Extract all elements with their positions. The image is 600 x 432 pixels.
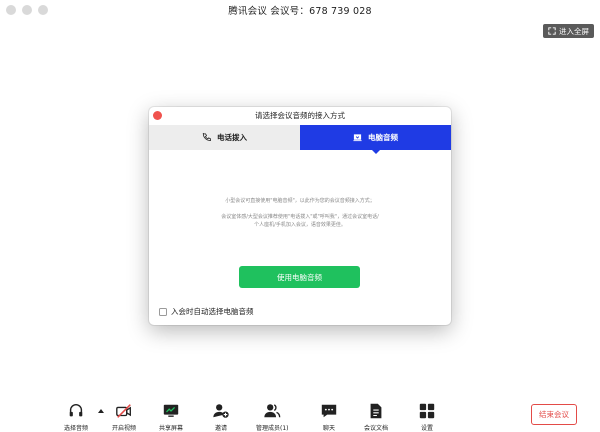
chat-icon — [321, 404, 337, 418]
audio-tabs: 电话拨入 电脑音频 — [149, 125, 451, 154]
toolbar-chat[interactable]: 聊天 — [320, 402, 338, 432]
description-line-2: 会议室体感/大型会议推荐使用"电话拨入"或"呼叫我"，通过会议室电话/个人座机/… — [221, 214, 379, 228]
dialog-title: 请选择会议音频的接入方式 — [255, 111, 345, 120]
tab-phone-label: 电话拨入 — [217, 133, 247, 142]
toolbar-manage-members[interactable]: 管理成员(1) — [256, 402, 289, 432]
toolbar-settings-label: 设置 — [420, 425, 433, 432]
settings-icon — [419, 403, 435, 419]
toolbar-meeting-docs[interactable]: 会议文档 — [364, 402, 388, 432]
members-icon — [264, 404, 281, 418]
auto-select-checkbox[interactable] — [159, 307, 167, 316]
dialog-header: 请选择会议音频的接入方式 — [149, 107, 451, 125]
tab-phone-dial-in[interactable]: 电话拨入 — [149, 125, 300, 150]
dialog-close-button[interactable] — [153, 111, 162, 120]
toolbar-manage-members-label: 管理成员(1) — [256, 425, 289, 432]
audio-dialog: 请选择会议音频的接入方式 电话拨入 电脑音频 小型会议可直接使用"电脑音频"，以… — [149, 107, 451, 325]
toolbar-chat-label: 聊天 — [322, 425, 335, 432]
toolbar-start-video[interactable]: 开启视频 — [112, 402, 136, 432]
toolbar-meeting-docs-label: 会议文档 — [364, 425, 389, 432]
video-off-icon — [116, 404, 131, 418]
toolbar-start-video-label: 开启视频 — [112, 425, 137, 432]
toolbar-settings[interactable]: 设置 — [418, 402, 436, 432]
invite-icon — [213, 404, 229, 418]
end-meeting-button[interactable]: 结束会议 — [531, 404, 577, 425]
document-icon — [370, 403, 382, 419]
toolbar-share-screen-label: 共享屏幕 — [159, 425, 184, 432]
toolbar-invite[interactable]: 邀请 — [212, 402, 230, 432]
tab-computer-label: 电脑音频 — [368, 133, 398, 142]
fullscreen-label: 进入全屏 — [559, 26, 589, 36]
expand-icon — [548, 27, 556, 35]
description-line-1: 小型会议可直接使用"电脑音频"，以此作为您的会议音频接入方式； — [225, 198, 375, 204]
computer-audio-icon — [353, 134, 362, 142]
toolbar-share-screen[interactable]: 共享屏幕 — [159, 402, 183, 432]
toolbar-select-audio-label: 选择音频 — [64, 425, 89, 432]
auto-select-label: 入会时自动选择电脑音频 — [171, 307, 254, 316]
headset-icon — [69, 404, 83, 417]
share-screen-icon — [163, 404, 179, 417]
toolbar-select-audio[interactable]: 选择音频 — [64, 402, 88, 432]
auto-select-row: 入会时自动选择电脑音频 — [159, 306, 254, 317]
window-title: 腾讯会议 会议号：678 739 028 — [228, 6, 372, 17]
fullscreen-button[interactable]: 进入全屏 — [543, 24, 594, 38]
tab-computer-audio[interactable]: 电脑音频 — [300, 125, 451, 154]
phone-icon — [202, 133, 211, 141]
audio-options-arrow[interactable] — [98, 409, 104, 413]
toolbar-invite-label: 邀请 — [214, 425, 227, 432]
use-computer-audio-button[interactable]: 使用电脑音频 — [239, 266, 360, 288]
